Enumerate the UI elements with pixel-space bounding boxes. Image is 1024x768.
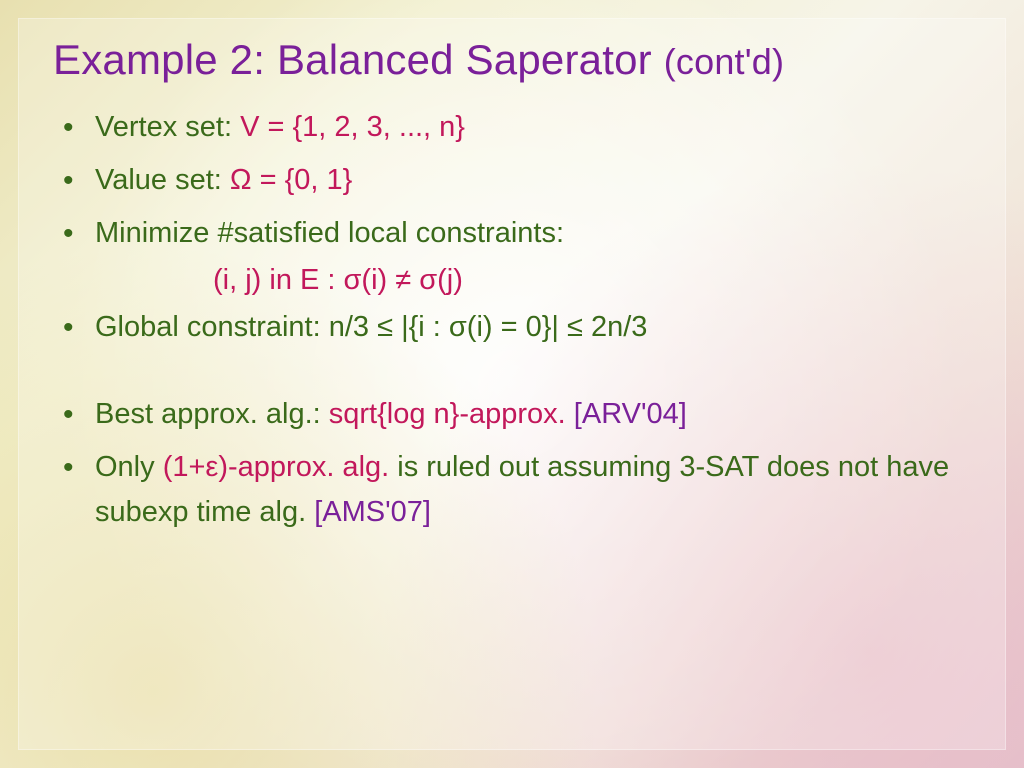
title-sub: (cont'd) — [664, 41, 785, 82]
citation: [ARV'04] — [574, 398, 687, 430]
bullet-list: Global constraint: n/3 ≤ |{i : σ(i) = 0}… — [53, 305, 971, 350]
bullet-label: Value set: — [95, 164, 230, 196]
bullet-label: Global constraint: n/3 ≤ |{i : σ(i) = 0}… — [95, 311, 647, 343]
list-item: Value set: Ω = {0, 1} — [53, 158, 971, 203]
list-item: Vertex set: V = {1, 2, 3, ..., n} — [53, 105, 971, 150]
list-item: Only (1+ε)-approx. alg. is ruled out ass… — [53, 445, 971, 535]
bullet-list: Best approx. alg.: sqrt{log n}-approx. [… — [53, 392, 971, 535]
bullet-list: Vertex set: V = {1, 2, 3, ..., n} Value … — [53, 105, 971, 256]
citation: [AMS'07] — [314, 496, 431, 528]
list-item: Minimize #satisfied local constraints: — [53, 211, 971, 256]
bullet-value: sqrt{log n}-approx. — [329, 398, 574, 430]
constraint-formula: (i, j) in E : σ(i) ≠ σ(j) — [53, 264, 971, 297]
bullet-value: (1+ε)-approx. alg. — [163, 451, 398, 483]
spacer — [53, 358, 971, 392]
slide: Example 2: Balanced Saperator (cont'd) V… — [18, 18, 1006, 750]
bullet-label: Best approx. alg.: — [95, 398, 329, 430]
bullet-value: V = {1, 2, 3, ..., n} — [240, 111, 465, 143]
bullet-pre: Only — [95, 451, 163, 483]
slide-title: Example 2: Balanced Saperator (cont'd) — [53, 37, 971, 83]
list-item: Best approx. alg.: sqrt{log n}-approx. [… — [53, 392, 971, 437]
bullet-label: Minimize #satisfied local constraints: — [95, 217, 564, 249]
list-item: Global constraint: n/3 ≤ |{i : σ(i) = 0}… — [53, 305, 971, 350]
title-main: Example 2: Balanced Saperator — [53, 36, 664, 83]
bullet-value: Ω = {0, 1} — [230, 164, 352, 196]
bullet-label: Vertex set: — [95, 111, 240, 143]
